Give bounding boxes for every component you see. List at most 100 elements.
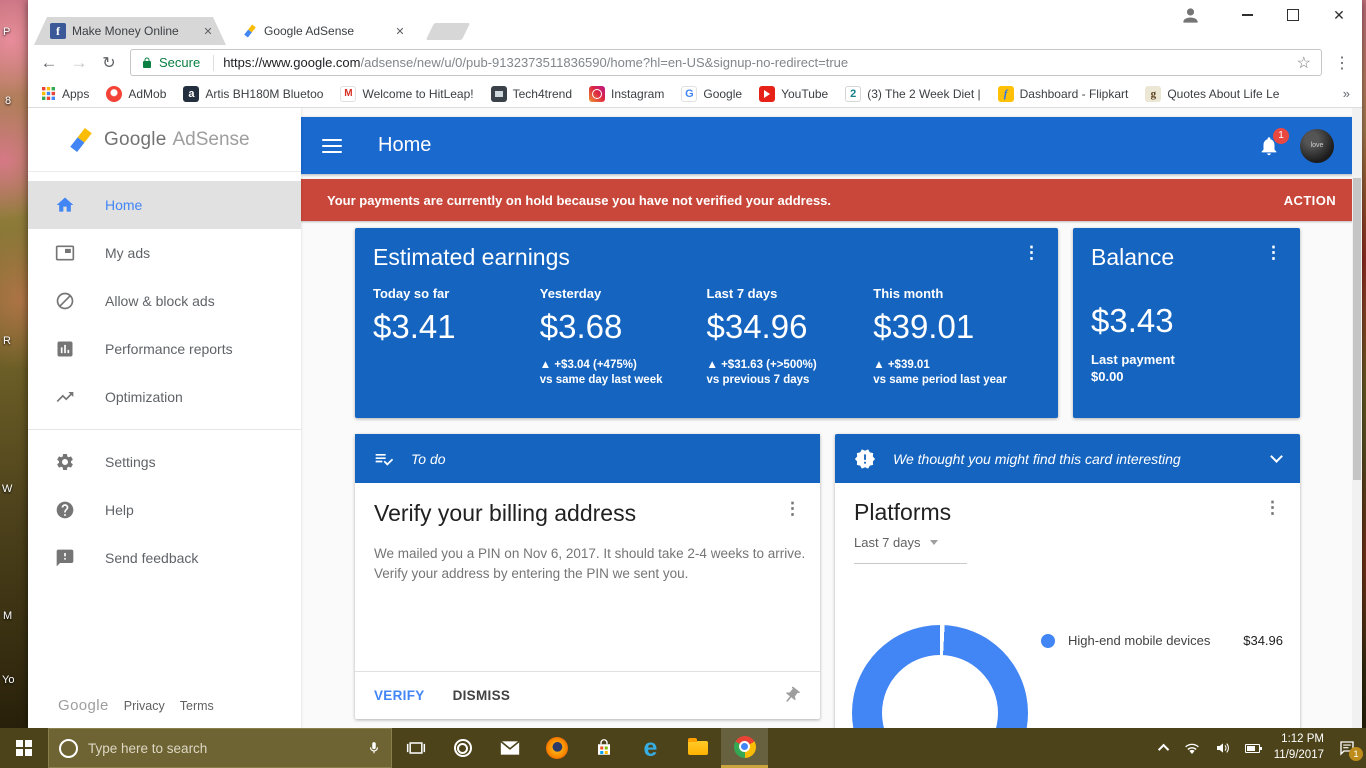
stat-label: Yesterday [539,286,602,301]
adsense-icon [242,23,258,39]
bookmark-label: (3) The 2 Week Diet | [867,86,981,101]
bar-chart-icon [57,341,73,357]
tab-make-money-online[interactable]: Make Money Online [34,17,226,45]
tab-google-adsense[interactable]: Google AdSense [226,17,418,45]
bookmark-apps[interactable]: Apps [40,86,89,102]
card-menu-icon[interactable] [784,500,801,517]
menu-hamburger-icon[interactable] [322,138,342,153]
terms-link[interactable]: Terms [180,699,214,713]
user-avatar[interactable]: love [1300,128,1334,163]
bookmark-label: Instagram [611,86,665,101]
legend-value: $34.96 [1243,633,1283,648]
forward-icon[interactable] [64,53,94,73]
taskbar-clock[interactable]: 1:12 PM 11/9/2017 [1274,732,1324,763]
date-range-dropdown[interactable]: Last 7 days [854,535,1281,550]
scrollbar-thumb[interactable] [1353,178,1361,480]
verify-button[interactable]: VERIFY [374,688,425,703]
minimize-button[interactable] [1224,0,1270,30]
taskbar-search[interactable] [48,728,392,768]
bookmark-star-icon[interactable] [1297,53,1311,73]
card-menu-icon[interactable] [1265,244,1282,261]
file-explorer-icon[interactable] [674,728,721,768]
bookmark-artis[interactable]: Artis BH180M Bluetoo [183,85,323,102]
mail-app-icon[interactable] [486,728,533,768]
card-title: Balance [1091,244,1175,270]
bookmark-goodreads[interactable]: Quotes About Life Le [1145,85,1279,102]
microsoft-store-icon[interactable] [580,728,627,768]
google-footer-logo: Google [58,697,109,714]
wifi-icon[interactable] [1183,741,1201,755]
sidebar-item-send-feedback[interactable]: Send feedback [28,534,301,582]
close-button[interactable] [1316,0,1362,30]
facebook-icon [50,23,66,39]
sidebar-item-performance-reports[interactable]: Performance reports [28,325,301,373]
dismiss-button[interactable]: DISMISS [453,688,511,703]
profile-icon[interactable] [1181,6,1200,25]
microphone-icon[interactable] [367,740,381,756]
help-icon [56,501,74,519]
start-button[interactable] [0,728,48,768]
chrome-taskbar-icon[interactable] [721,728,768,768]
back-icon[interactable] [34,53,64,73]
sidebar-item-settings[interactable]: Settings [28,438,301,486]
stat-note: vs same day last week [539,374,663,386]
card-title: Estimated earnings [373,244,570,270]
header-actions: 1 love [1258,127,1334,163]
sidebar-item-my-ads[interactable]: My ads [28,229,301,277]
stat-this-month: This month $39.01 ▲ +$39.01 vs same peri… [873,286,1040,386]
maximize-button[interactable] [1270,0,1316,30]
battery-icon[interactable] [1244,743,1263,753]
close-tab-icon[interactable] [200,25,216,38]
bookmark-instagram[interactable]: Instagram [589,85,665,102]
bookmark-diet[interactable]: (3) The 2 Week Diet | [845,85,981,102]
bookmark-tech4trend[interactable]: Tech4trend [490,85,572,102]
alert-action-button[interactable]: ACTION [1284,193,1336,208]
card-menu-icon[interactable] [1264,499,1281,516]
logo-product: AdSense [172,128,250,150]
volume-icon[interactable] [1215,741,1231,755]
logo-brand: Google [104,128,167,150]
sidebar-item-allow-block-ads[interactable]: Allow & block ads [28,277,301,325]
tray-expand-icon[interactable] [1157,743,1169,756]
chevron-down-icon[interactable] [1270,450,1283,463]
trending-up-icon [56,392,74,402]
bookmark-label: Apps [62,86,90,101]
sidebar-item-help[interactable]: Help [28,486,301,534]
reload-icon[interactable] [94,53,124,73]
todo-description: We mailed you a PIN on Nov 6, 2017. It s… [374,546,806,581]
sidebar-item-optimization[interactable]: Optimization [28,373,301,421]
bookmark-youtube[interactable]: YouTube [759,85,828,102]
bookmark-label: Tech4trend [512,86,572,101]
card-menu-icon[interactable] [1023,244,1040,261]
bookmarks-overflow-icon[interactable] [1343,86,1350,101]
windows-taskbar: e 1:12 PM 11/9/2017 1 [0,728,1366,768]
recorder-app-icon[interactable] [439,728,486,768]
google-icon [681,85,698,102]
browser-menu-icon[interactable] [1328,53,1356,73]
bookmark-flipkart[interactable]: Dashboard - Flipkart [997,85,1128,102]
page-scrollbar[interactable] [1352,108,1362,728]
bookmark-admob[interactable]: AdMob [106,85,166,102]
privacy-link[interactable]: Privacy [124,699,165,713]
notifications-bell-icon[interactable]: 1 [1258,127,1289,157]
firefox-icon[interactable] [533,728,580,768]
search-input[interactable] [88,740,357,756]
new-tab-button[interactable] [425,23,471,40]
bookmark-google[interactable]: Google [681,85,742,102]
close-tab-icon[interactable] [392,25,408,38]
edge-icon[interactable]: e [627,728,674,768]
task-view-button[interactable] [392,728,439,768]
secure-lock-icon[interactable] [141,56,153,70]
my-ads-icon [55,245,75,261]
youtube-icon [759,85,776,102]
action-center-icon[interactable]: 1 [1338,739,1363,761]
address-bar[interactable]: Secure https://www.google.com /adsense/n… [130,49,1322,76]
platforms-card: We thought you might find this card inte… [835,434,1300,728]
stat-value: $39.01 [873,308,975,345]
desktop-icon-label-fragment: 8 [5,95,12,107]
cortana-icon [59,738,78,758]
sidebar-item-home[interactable]: Home [28,181,301,229]
bookmark-hitleap[interactable]: Welcome to HitLeap! [340,85,474,102]
pin-icon[interactable] [778,682,805,709]
stat-value: $3.41 [373,308,456,345]
